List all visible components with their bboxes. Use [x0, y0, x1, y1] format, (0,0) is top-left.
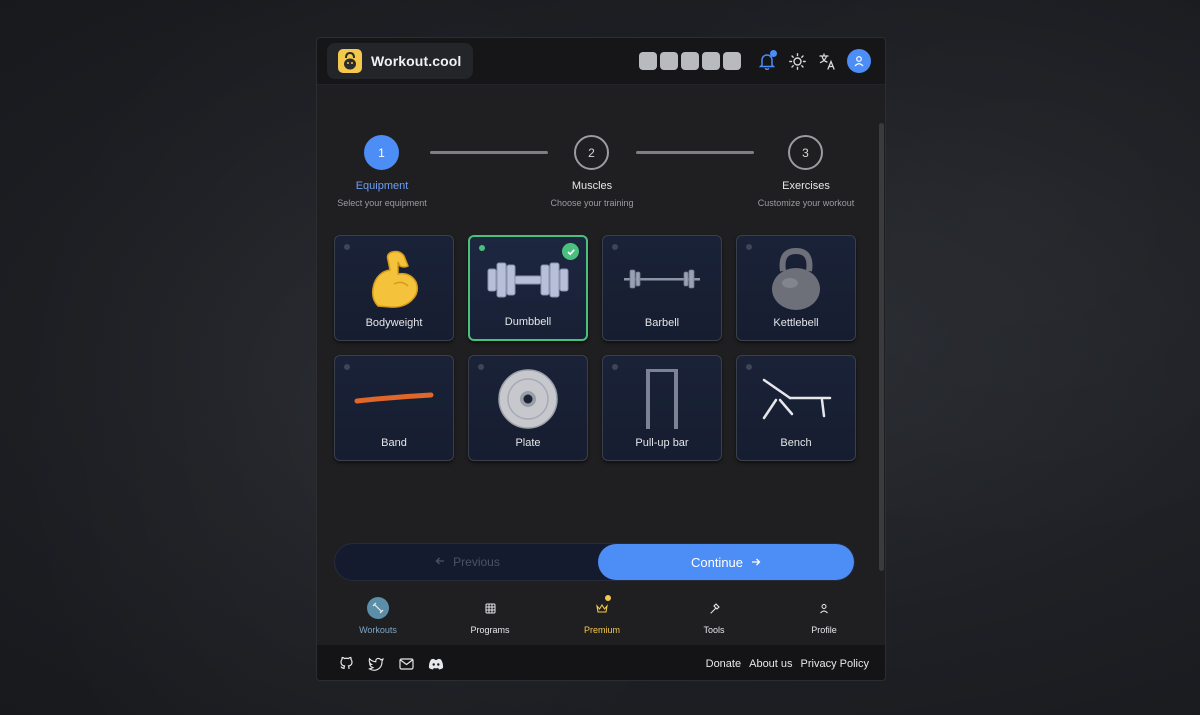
- premium-badge: [605, 595, 611, 601]
- tab-label: Tools: [703, 625, 725, 635]
- kettlebell-icon: [737, 244, 855, 314]
- equipment-label: Plate: [515, 437, 541, 449]
- tab-tools[interactable]: Tools: [659, 591, 769, 645]
- wizard-navigation: Previous Continue: [334, 543, 855, 581]
- bottom-tab-bar: Workouts Programs Premium Tools Profile: [317, 591, 885, 645]
- crown-icon: [591, 595, 613, 619]
- hammer-icon: [703, 597, 725, 619]
- equipment-label: Dumbbell: [504, 316, 552, 328]
- bench-icon: [737, 364, 855, 434]
- equipment-label: Kettlebell: [773, 317, 819, 329]
- stepper: 1 2 3 Equipment Select your equipment Mu…: [317, 135, 885, 225]
- tab-programs[interactable]: Programs: [435, 591, 545, 645]
- arrow-right-icon: [751, 555, 761, 570]
- brand-name: Workout.cool: [371, 53, 462, 69]
- kettlebell-logo-icon: [338, 49, 362, 73]
- equipment-card-plate[interactable]: Plate: [468, 355, 588, 461]
- step-3-circle[interactable]: 3: [788, 135, 823, 170]
- main-content: 1 2 3 Equipment Select your equipment Mu…: [317, 85, 885, 591]
- avatar[interactable]: [847, 49, 871, 73]
- barbell-icon: [603, 244, 721, 314]
- theme-swatch[interactable]: [660, 52, 678, 70]
- step-2-subtitle: Choose your training: [550, 198, 634, 208]
- about-us-link[interactable]: About us: [749, 658, 792, 670]
- previous-button[interactable]: Previous: [335, 544, 600, 580]
- theme-swatch[interactable]: [681, 52, 699, 70]
- equipment-card-barbell[interactable]: Barbell: [602, 235, 722, 341]
- theme-swatch[interactable]: [639, 52, 657, 70]
- step-3-subtitle: Customize your workout: [757, 198, 855, 208]
- donate-link[interactable]: Donate: [706, 658, 741, 670]
- continue-label: Continue: [690, 554, 744, 570]
- equipment-card-pull-up-bar[interactable]: Pull-up bar: [602, 355, 722, 461]
- step-1-title: Equipment: [355, 180, 409, 192]
- tab-premium[interactable]: Premium: [547, 591, 657, 645]
- continue-button[interactable]: Continue: [598, 544, 854, 580]
- app-window: Workout.cool 1 2 3 Equipment Select your…: [316, 37, 886, 681]
- sun-icon[interactable]: [787, 51, 807, 71]
- theme-selector[interactable]: [639, 52, 741, 70]
- equipment-card-kettlebell[interactable]: Kettlebell: [736, 235, 856, 341]
- discord-icon[interactable]: [427, 655, 445, 673]
- step-2-title: Muscles: [571, 180, 613, 192]
- step-2-circle[interactable]: 2: [574, 135, 609, 170]
- tab-workouts[interactable]: Workouts: [323, 591, 433, 645]
- brand-home-link[interactable]: Workout.cool: [327, 43, 474, 79]
- tab-profile[interactable]: Profile: [769, 591, 879, 645]
- resistance-band-icon: [335, 364, 453, 434]
- step-connector: [430, 151, 548, 154]
- step-1-circle[interactable]: 1: [364, 135, 399, 170]
- pull-up-bar-icon: [603, 364, 721, 434]
- step-3-title: Exercises: [782, 180, 830, 192]
- workouts-icon: [367, 597, 389, 619]
- mail-icon[interactable]: [397, 655, 415, 673]
- equipment-label: Barbell: [644, 317, 680, 329]
- flexed-biceps-icon: [335, 244, 453, 314]
- twitter-icon[interactable]: [367, 655, 385, 673]
- arrow-left-icon: [435, 555, 445, 569]
- equipment-label: Pull-up bar: [635, 437, 689, 449]
- tab-label: Profile: [811, 625, 837, 635]
- privacy-policy-link[interactable]: Privacy Policy: [801, 658, 869, 670]
- dumbbell-icon: [470, 245, 586, 315]
- equipment-card-band[interactable]: Band: [334, 355, 454, 461]
- equipment-label: Band: [381, 437, 407, 449]
- tab-label: Programs: [470, 625, 510, 635]
- equipment-label: Bodyweight: [365, 317, 423, 329]
- top-header: Workout.cool: [317, 38, 885, 85]
- tab-label: Workouts: [359, 625, 397, 635]
- equipment-card-bodyweight[interactable]: Bodyweight: [334, 235, 454, 341]
- equipment-label: Bench: [780, 437, 812, 449]
- weight-plate-icon: [469, 364, 587, 434]
- step-connector: [636, 151, 754, 154]
- previous-label: Previous: [453, 555, 500, 569]
- notification-badge: [770, 50, 777, 57]
- equipment-card-dumbbell[interactable]: Dumbbell: [468, 235, 588, 341]
- footer: Donate About us Privacy Policy: [317, 645, 885, 680]
- bell-icon[interactable]: [757, 50, 777, 71]
- tab-label: Premium: [583, 625, 620, 635]
- github-icon[interactable]: [337, 655, 355, 673]
- translate-icon[interactable]: [817, 51, 837, 71]
- theme-swatch[interactable]: [702, 52, 720, 70]
- equipment-card-bench[interactable]: Bench: [736, 355, 856, 461]
- theme-swatch[interactable]: [723, 52, 741, 70]
- user-icon: [813, 597, 835, 619]
- grid-icon: [479, 597, 501, 619]
- step-1-subtitle: Select your equipment: [337, 198, 427, 208]
